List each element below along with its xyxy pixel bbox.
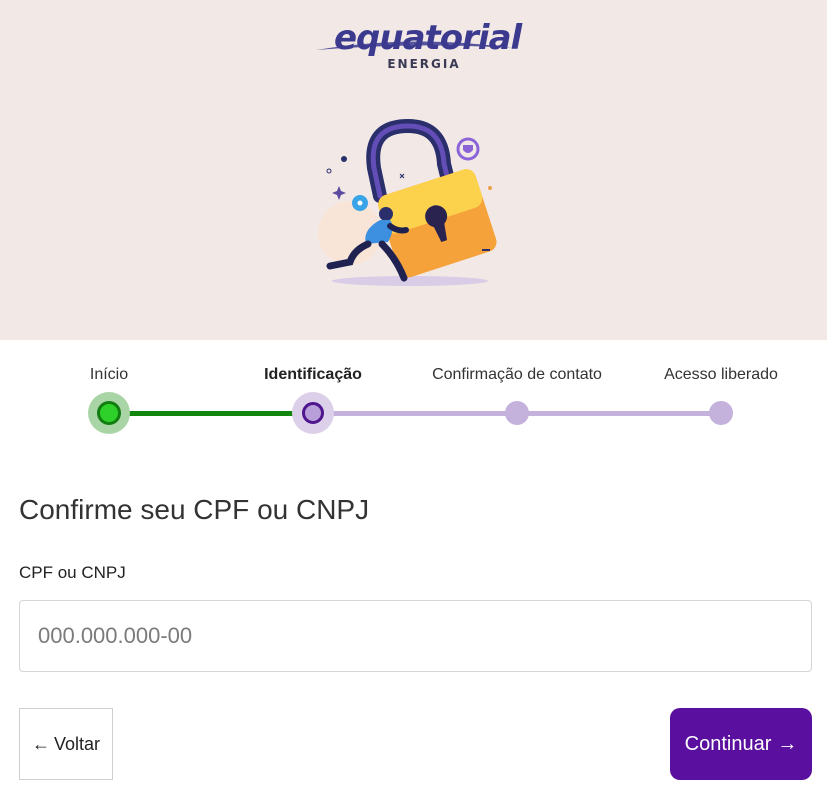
brand-name: equatorial xyxy=(334,18,522,58)
hero-banner: equatorial ENERGIA xyxy=(0,0,827,340)
step-node-confirmacao xyxy=(505,401,529,425)
document-field-label: CPF ou CNPJ xyxy=(19,563,126,582)
step-track-complete xyxy=(109,411,313,416)
continue-button-label: Continuar xyxy=(684,732,772,755)
brand-logo: equatorial ENERGIA xyxy=(314,16,522,74)
form-title: Confirme seu CPF ou CNPJ xyxy=(19,494,370,525)
step-label-confirmacao: Confirmação de contato xyxy=(432,366,602,383)
progress-stepper: Início Identificação Confirmação de cont… xyxy=(0,340,827,450)
padlock-illustration-icon xyxy=(318,118,497,286)
arrow-left-icon: ← xyxy=(31,733,50,754)
step-node-identificacao xyxy=(302,402,324,424)
step-label-identificacao: Identificação xyxy=(264,366,362,383)
arrow-right-icon: → xyxy=(777,732,798,755)
brand-subtitle: ENERGIA xyxy=(387,57,461,71)
continue-button[interactable]: Continuar → xyxy=(670,708,812,780)
step-label-acesso: Acesso liberado xyxy=(664,366,778,383)
back-button[interactable]: ← Voltar xyxy=(19,708,113,780)
document-input[interactable] xyxy=(19,600,812,672)
step-node-acesso xyxy=(709,401,733,425)
step-label-inicio: Início xyxy=(89,366,129,383)
back-button-label: Voltar xyxy=(53,733,101,754)
step-node-inicio xyxy=(97,401,121,425)
